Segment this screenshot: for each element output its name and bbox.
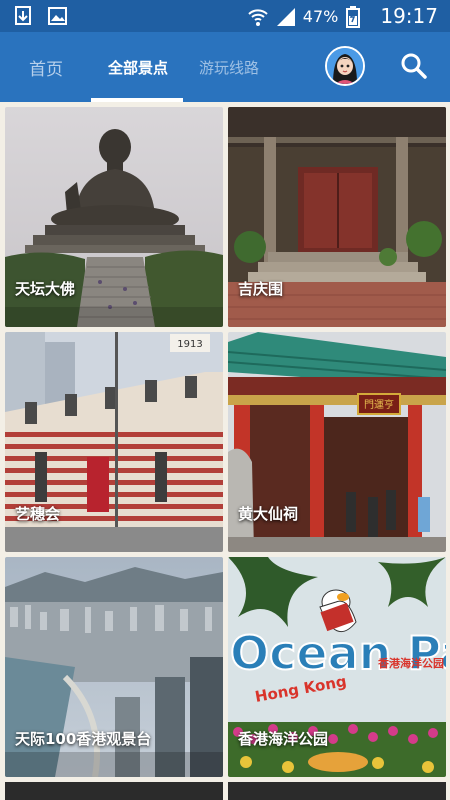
attraction-card-peek[interactable] [5,782,223,800]
attraction-name: 黄大仙祠 [238,505,299,523]
temple-plaque: 門運亨 [364,398,394,411]
battery-percent: 47% [302,6,339,26]
image-icon [48,6,68,26]
download-icon [14,6,34,26]
battery-icon [346,6,366,28]
app-bar: 首页 全部景点 游玩线路 [0,32,450,102]
attraction-name: 天际100香港观景台 [15,730,152,748]
attraction-card-peek[interactable] [228,782,446,800]
search-icon [401,53,427,79]
attraction-card-sky100[interactable]: 天际100香港观景台 [5,557,223,777]
ocean-park-logo-cn: 香港海洋公园 [377,656,444,670]
fringe-year-sign: 1913 [177,339,202,350]
ocean-park-logo: Ocean Park [230,626,446,680]
tab-tour-routes[interactable]: 游玩线路 [192,32,266,102]
attraction-name: 艺穗会 [15,505,61,523]
tab-home[interactable]: 首页 [10,32,82,102]
signal-icon [275,6,295,26]
tab-all-attractions[interactable]: 全部景点 [92,32,184,102]
attraction-card-fringe-club[interactable]: 1913 艺穗会 [5,332,223,552]
status-bar: 47% 19:17 [0,0,450,32]
attraction-card-wong-tai-sin[interactable]: 門運亨 黄大仙祠 [228,332,446,552]
clock: 19:17 [380,4,438,28]
attraction-card-ocean-park[interactable]: Ocean Park Hong Kong 香港海洋公园 香港海洋公园 [228,557,446,777]
attraction-card-big-buddha[interactable]: 天坛大佛 [5,107,223,327]
active-tab-indicator [91,98,183,102]
attraction-name: 香港海洋公园 [238,730,329,748]
search-button[interactable] [398,50,430,82]
attraction-name: 吉庆围 [238,280,284,298]
attraction-card-kat-hing-wai[interactable]: 吉庆围 [228,107,446,327]
attraction-name: 天坛大佛 [15,280,76,298]
wifi-icon [247,6,268,26]
avatar[interactable] [325,46,365,86]
